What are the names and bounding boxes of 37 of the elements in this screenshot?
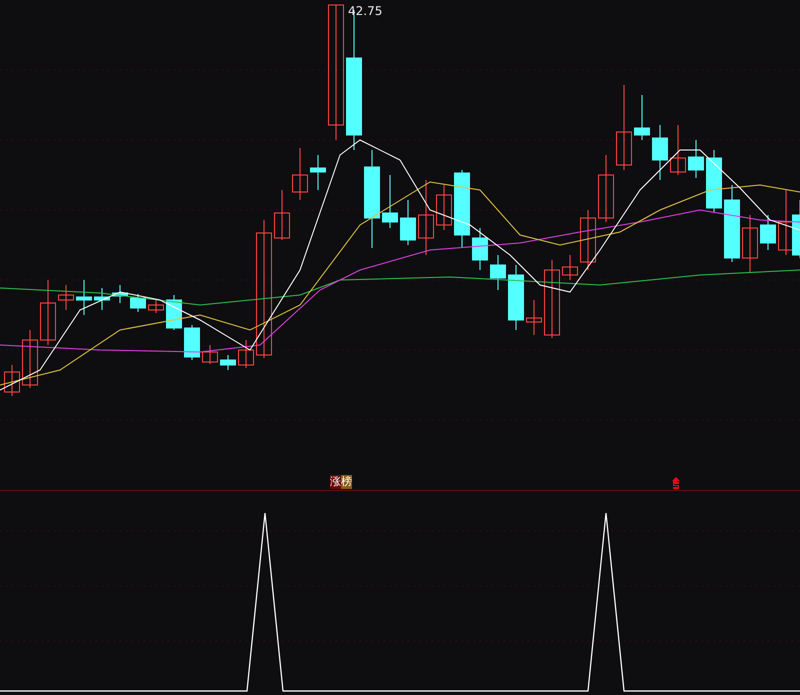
candlestick xyxy=(40,280,56,346)
candlestick xyxy=(526,300,542,336)
candlestick xyxy=(436,184,452,230)
candlestick xyxy=(598,154,614,222)
candlestick xyxy=(94,288,110,310)
candlestick xyxy=(22,330,38,388)
candlestick xyxy=(184,324,200,360)
candlestick xyxy=(400,200,416,246)
candlestick xyxy=(4,364,20,396)
candlestick xyxy=(706,150,722,212)
candlestick xyxy=(508,264,524,330)
candlestick xyxy=(670,124,686,176)
candlestick xyxy=(760,214,776,250)
candlestick xyxy=(274,190,290,240)
rise-tag: 涨榜 xyxy=(330,475,352,489)
candlestick xyxy=(58,284,74,310)
candlestick xyxy=(634,94,650,140)
candlestick xyxy=(148,300,164,314)
candlestick xyxy=(310,154,326,190)
candlestick xyxy=(652,124,668,180)
candlestick xyxy=(580,210,596,270)
candlestick xyxy=(742,214,758,272)
candlestick xyxy=(112,284,128,304)
candlestick xyxy=(220,354,236,370)
candlestick xyxy=(76,280,92,316)
candlestick xyxy=(202,344,218,364)
candlestick xyxy=(472,228,488,270)
candlestick xyxy=(382,174,398,228)
candlestick xyxy=(166,294,182,330)
candlestick xyxy=(238,340,254,368)
candlestick xyxy=(130,294,146,312)
up-arrow-icon xyxy=(672,477,680,489)
candlestick xyxy=(562,254,578,280)
candlestick xyxy=(688,140,704,178)
candlestick xyxy=(490,254,506,290)
candlestick xyxy=(292,148,308,200)
high-price-label: 42.75 xyxy=(348,4,382,18)
